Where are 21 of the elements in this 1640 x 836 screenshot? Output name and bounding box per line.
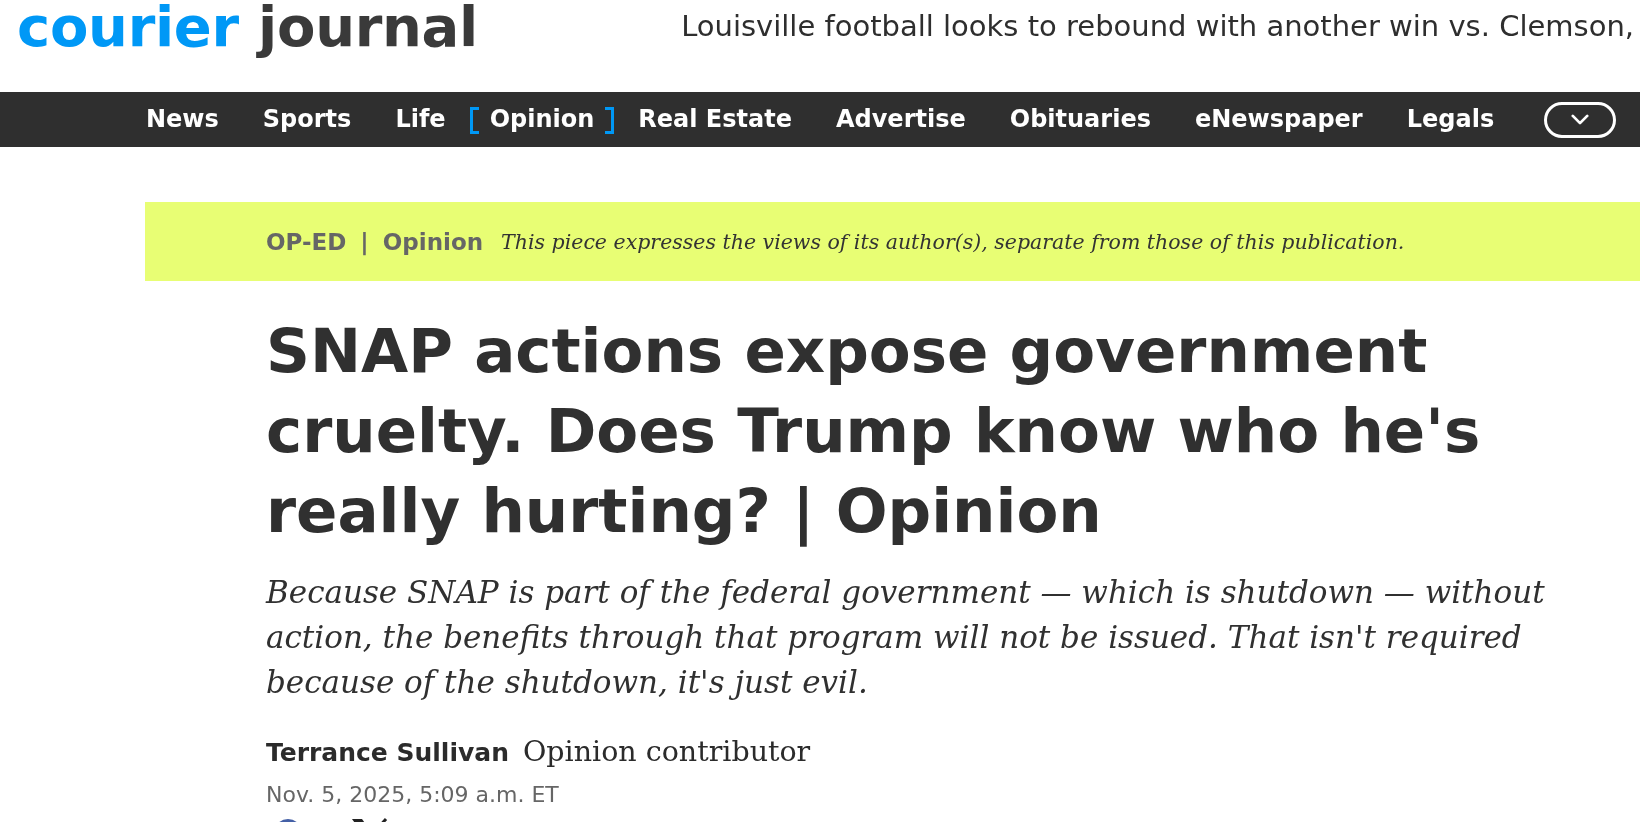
nav-link[interactable]: Advertise bbox=[813, 92, 988, 147]
nav-link[interactable]: News bbox=[124, 92, 241, 147]
publish-date: Nov. 5, 2025, 5:09 a.m. ET bbox=[266, 781, 559, 809]
nav-link[interactable]: eNewspaper bbox=[1172, 92, 1385, 147]
nav-link[interactable]: Opinion bbox=[467, 92, 617, 147]
top-headline-link[interactable]: Louisville football looks to rebound with another win vs. Clemson, bbox=[681, 9, 1640, 43]
more-menu-button[interactable] bbox=[1544, 101, 1617, 138]
nav-link[interactable]: Obituaries bbox=[987, 92, 1173, 147]
section-label: OP-ED | Opinion bbox=[266, 228, 484, 255]
article-headline: SNAP actions expose government cruelty. Does Trump know who he's really hurting? | Opinion bbox=[266, 314, 1482, 549]
opinion-disclaimer: This piece expresses the views of its author(s), separate from those of this publication. bbox=[501, 229, 1405, 254]
nav-link[interactable]: Real Estate bbox=[616, 92, 814, 147]
site-logo[interactable]: courier journal bbox=[0, 0, 478, 58]
nav-link[interactable]: Sports bbox=[240, 92, 374, 147]
author-role: Opinion contributor bbox=[522, 735, 811, 768]
article-summary: Because SNAP is part of the federal government — which is shutdown — without action, the benefits through that program will not be issued. That isn't required because of the shutdown, it's just evil. bbox=[266, 573, 1546, 702]
cross-icon[interactable] bbox=[350, 817, 390, 822]
chevron-down-icon bbox=[1571, 114, 1590, 125]
nav-link[interactable]: Life bbox=[373, 92, 468, 147]
author-name[interactable]: Terrance Sullivan bbox=[266, 738, 509, 767]
nav-link[interactable]: Legals bbox=[1384, 92, 1517, 147]
